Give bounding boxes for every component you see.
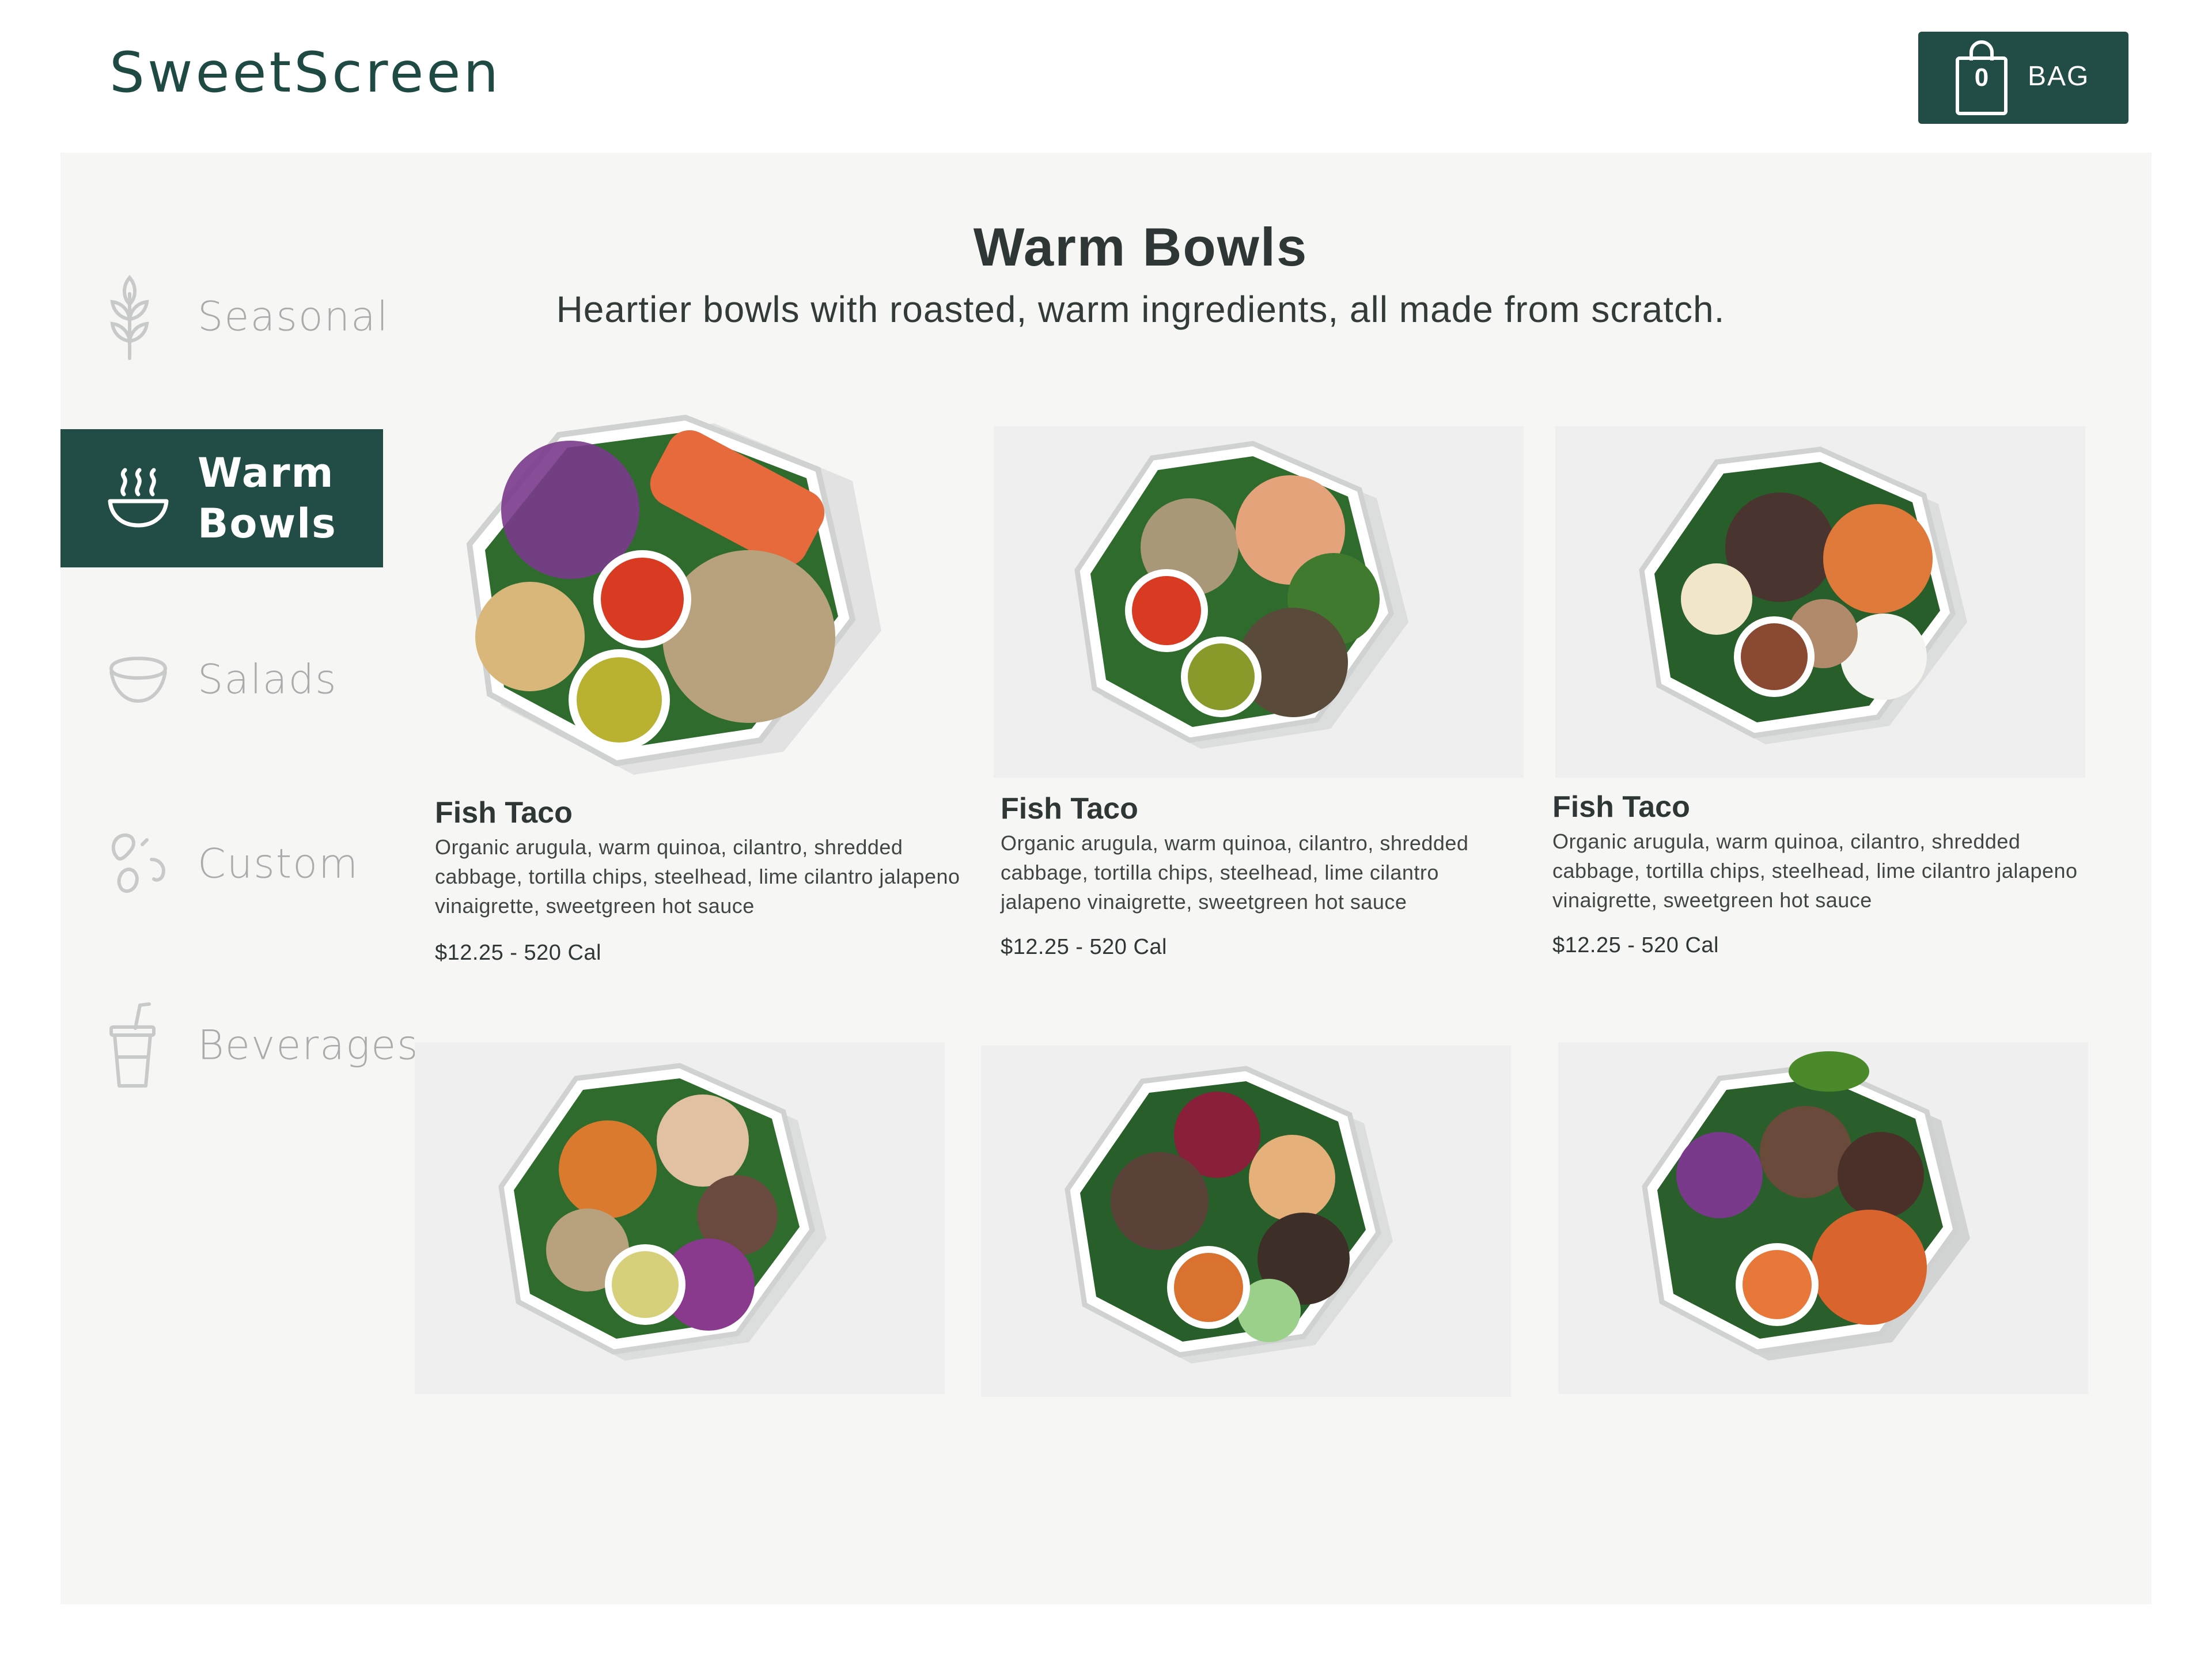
page-subtitle: Heartier bowls with roasted, warm ingred… [556, 289, 1725, 330]
bag-count-badge: 0 [1974, 63, 1989, 92]
custom-mix-icon [111, 833, 165, 893]
sidebar-item-label: Custom [198, 840, 359, 888]
salad-bowl-photo [1639, 446, 1967, 744]
product-price: $12.25 - 520 Cal [1001, 935, 1167, 959]
sidebar-item-label: Salads [198, 656, 338, 703]
sidebar-item-salads[interactable]: Salads [60, 611, 383, 749]
product-card[interactable]: Fish Taco Organic arugula, warm quinoa, … [1552, 426, 2085, 979]
product-image[interactable] [994, 426, 1524, 778]
sidebar-item-label: Warm Bowls [198, 449, 337, 547]
sidebar-item-custom[interactable]: Custom [60, 795, 383, 933]
salad-bowl-icon [109, 657, 167, 703]
sidebar-item-beverages[interactable]: Beverages [60, 976, 418, 1115]
product-name: Fish Taco [435, 796, 573, 830]
product-image[interactable] [981, 1046, 1511, 1397]
product-name: Fish Taco [1001, 792, 1138, 825]
product-image[interactable] [1558, 1043, 2088, 1394]
product-card[interactable] [415, 1043, 945, 1397]
salad-bowl-photo [1074, 441, 1408, 749]
product-description: Organic arugula, warm quinoa, cilantro, … [435, 835, 960, 918]
salad-bowl-photo [1642, 1051, 1970, 1361]
product-image[interactable] [1555, 426, 2085, 778]
cup-with-straw-icon [109, 1002, 156, 1088]
steaming-bowl-icon [108, 468, 169, 528]
bag-label: BAG [2028, 61, 2090, 92]
product-name: Fish Taco [1552, 790, 1690, 824]
product-card[interactable]: Fish Taco Organic arugula, warm quinoa, … [994, 426, 1524, 979]
product-card[interactable]: Fish Taco Organic arugula, warm quinoa, … [415, 406, 968, 982]
page-title: Warm Bowls [973, 217, 1308, 277]
wheat-icon [110, 275, 149, 360]
app-logo[interactable]: SweetScreen [109, 45, 501, 100]
product-image[interactable] [415, 406, 968, 798]
product-card[interactable] [1558, 1043, 2088, 1397]
sidebar-item-seasonal[interactable]: Seasonal [60, 248, 388, 386]
sidebar-item-label: Seasonal [198, 293, 389, 340]
sidebar-item-warm-bowls[interactable]: Warm Bowls [60, 429, 383, 567]
product-image[interactable] [415, 1043, 945, 1394]
sidebar-item-label: Beverages [198, 1021, 419, 1069]
salad-bowl-photo [1065, 1066, 1393, 1363]
bag-button[interactable]: 0 BAG [1918, 32, 2128, 124]
salad-bowl-photo [498, 1063, 827, 1361]
product-description: Organic arugula, warm quinoa, cilantro, … [1552, 830, 2078, 912]
salad-bowl-photo [466, 414, 881, 775]
product-price: $12.25 - 520 Cal [1552, 933, 1719, 957]
app-header: SweetScreen 0 BAG [0, 0, 2212, 153]
product-card[interactable] [981, 1046, 1511, 1400]
product-description: Organic arugula, warm quinoa, cilantro, … [1001, 831, 1469, 914]
product-price: $12.25 - 520 Cal [435, 941, 601, 965]
